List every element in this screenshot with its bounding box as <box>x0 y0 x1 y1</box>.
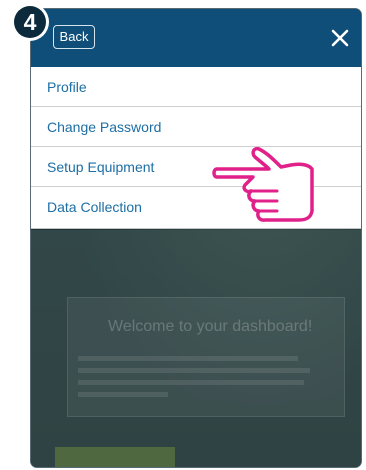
welcome-text <box>78 356 318 404</box>
close-icon[interactable] <box>327 25 353 51</box>
app-frame: Welcome to your dashboard! Back Profile … <box>31 9 361 467</box>
pointing-hand-icon <box>212 147 314 222</box>
back-button[interactable]: Back <box>53 25 95 49</box>
menu-item-change-password[interactable]: Change Password <box>31 107 361 147</box>
dashboard-action-button <box>55 447 175 467</box>
step-number-badge: 4 <box>14 6 46 38</box>
menu-header: Back <box>31 9 361 67</box>
welcome-card: Welcome to your dashboard! <box>67 297 345 417</box>
menu-item-profile[interactable]: Profile <box>31 67 361 107</box>
welcome-title: Welcome to your dashboard! <box>108 318 313 335</box>
